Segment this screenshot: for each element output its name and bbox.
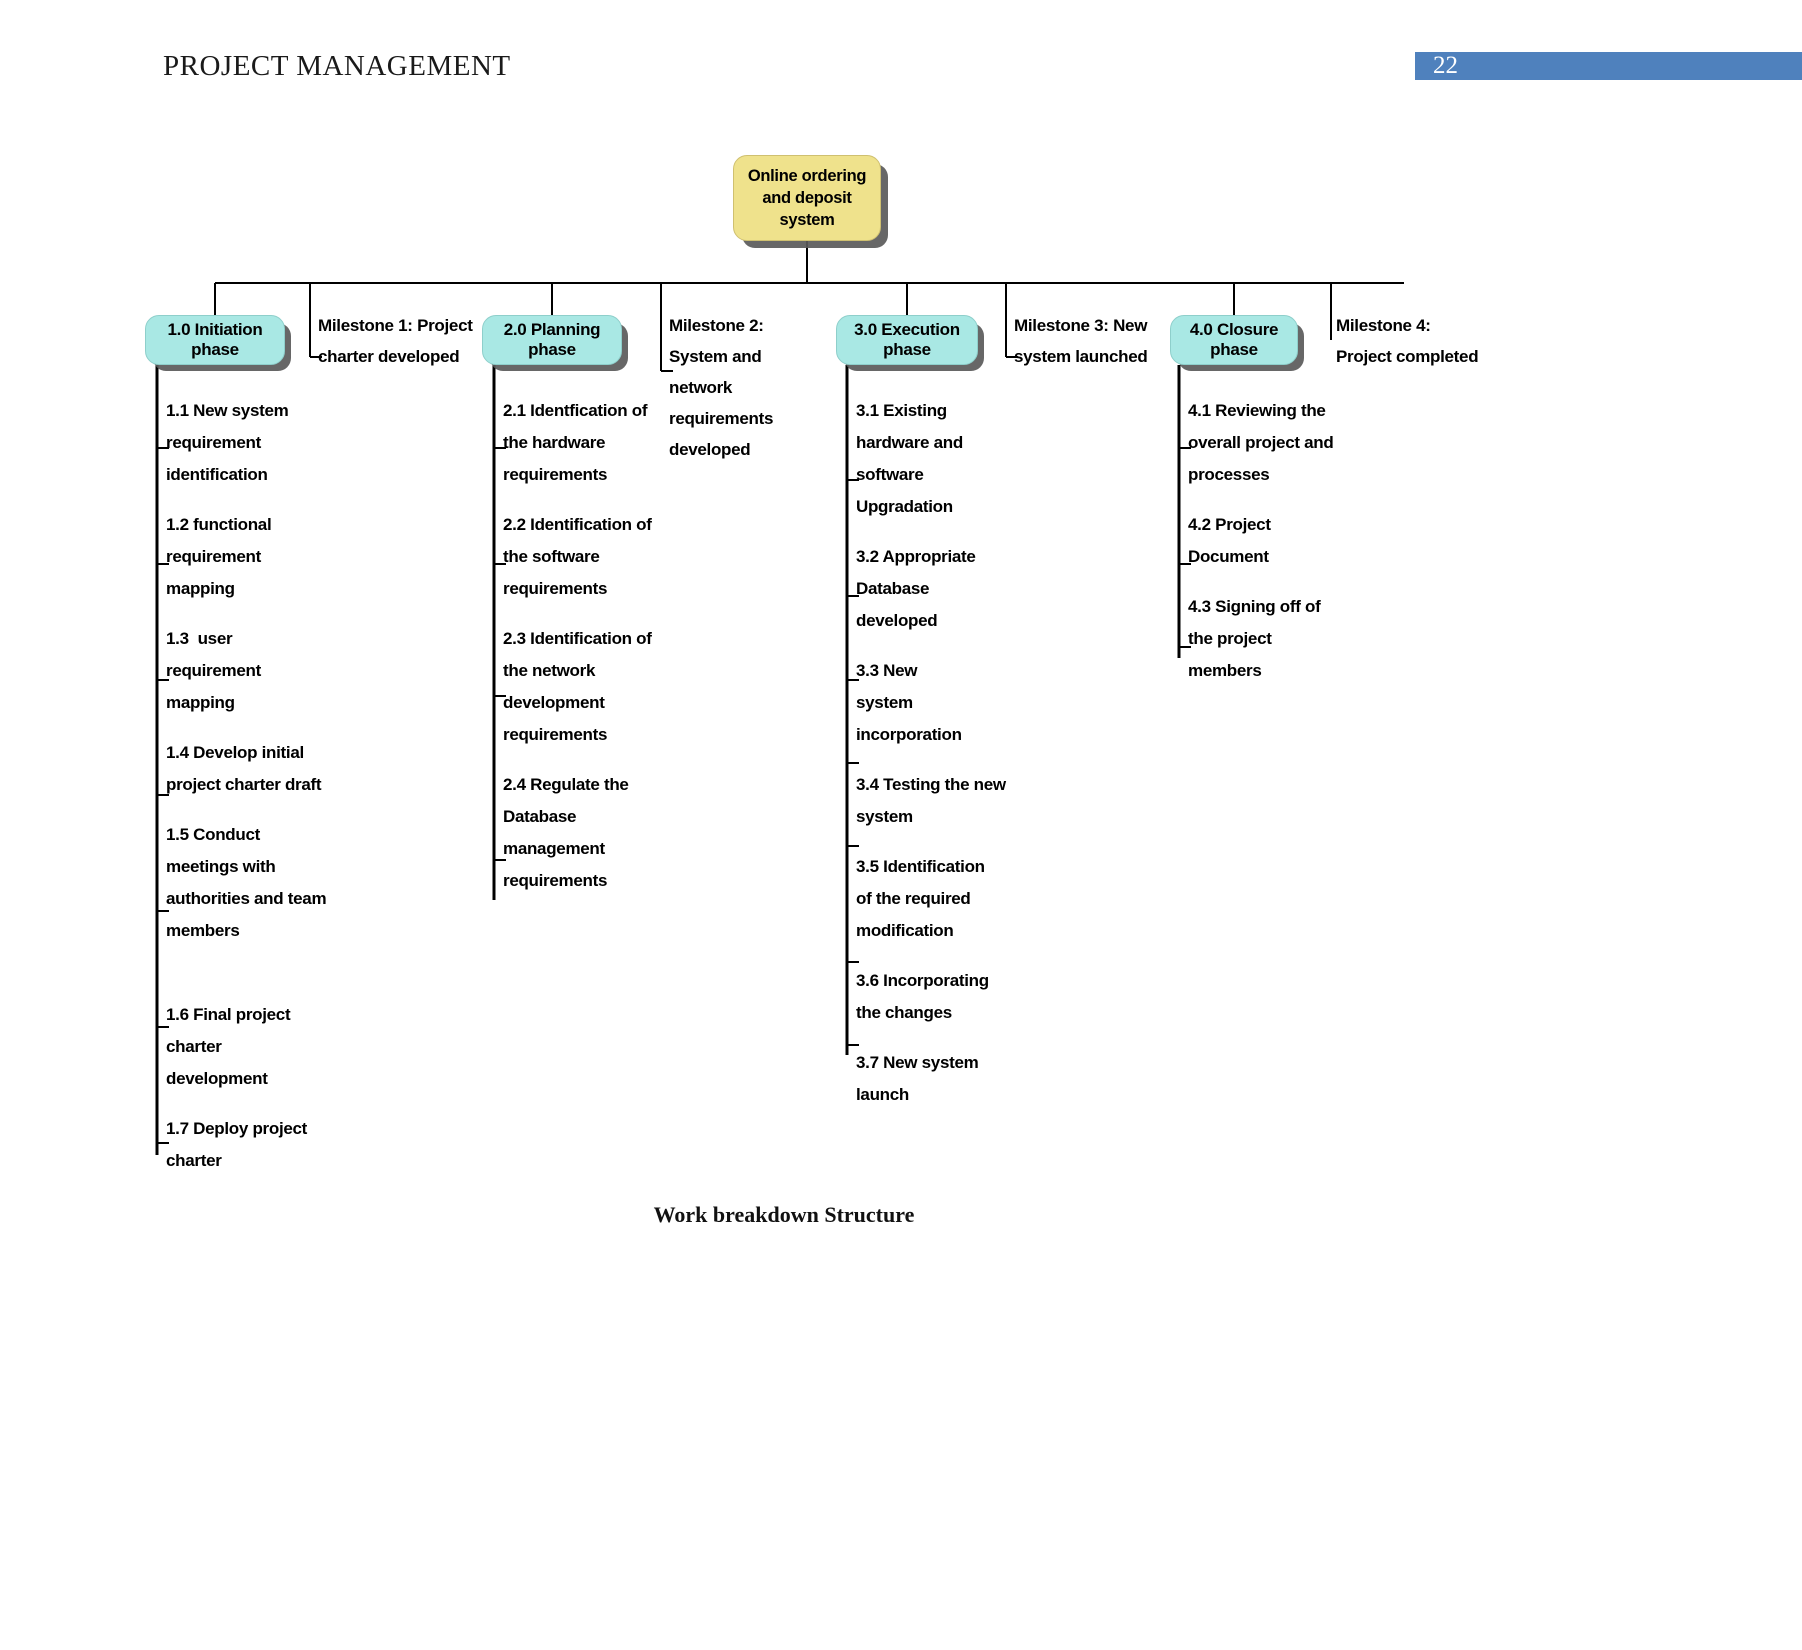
subtask-column-closure: 4.1 Reviewing the overall project and pr… — [1188, 395, 1338, 687]
subtask-item[interactable]: 3.3 New system incorporation — [856, 655, 976, 751]
phase-node-closure[interactable]: 4.0 Closure phase — [1170, 315, 1298, 365]
subtask-item[interactable]: 3.7 New system launch — [856, 1047, 981, 1111]
phase-node-execution-label: 3.0 Execution phase — [854, 320, 960, 359]
subtask-item[interactable]: 1.1 New system requirement identificatio… — [166, 395, 326, 491]
phase-node-initiation-label: 1.0 Initiation phase — [167, 320, 263, 359]
phase-node-closure-label: 4.0 Closure phase — [1189, 320, 1279, 359]
phase-node-planning-label: 2.0 Planning phase — [503, 320, 601, 359]
diagram-caption: Work breakdown Structure — [653, 1202, 915, 1227]
subtask-item[interactable]: 3.2 Appropriate Database developed — [856, 541, 1006, 637]
milestone-3: Milestone 3: New system launched — [1014, 316, 1148, 366]
phase-node-initiation[interactable]: 1.0 Initiation phase — [145, 315, 285, 365]
subtask-item[interactable]: 3.4 Testing the new system — [856, 769, 1006, 833]
milestone-4: Milestone 4: Project completed — [1336, 316, 1479, 366]
subtask-item[interactable]: 2.4 Regulate the Database management req… — [503, 769, 653, 897]
subtask-item[interactable]: 1.4 Develop initial project charter draf… — [166, 737, 326, 801]
subtask-item[interactable]: 1.5 Conduct meetings with authorities an… — [166, 819, 336, 947]
subtask-item[interactable]: 1.7 Deploy project charter — [166, 1113, 326, 1177]
subtask-item[interactable]: 4.2 Project Document — [1188, 509, 1283, 573]
subtask-item[interactable]: 1.6 Final project charter development — [166, 999, 326, 1095]
subtask-item[interactable]: 3.6 Incorporating the changes — [856, 965, 1006, 1029]
subtask-column-initiation: 1.1 New system requirement identificatio… — [166, 395, 327, 1177]
phase-node-execution[interactable]: 3.0 Execution phase — [836, 315, 978, 365]
milestone-2: Milestone 2: System and network requirem… — [669, 316, 774, 459]
subtask-item[interactable]: 1.3 user requirement mapping — [166, 623, 326, 719]
subtask-item[interactable]: 4.3 Signing off of the project members — [1188, 591, 1338, 687]
subtask-column-execution: 3.1 Existing hardware and software Upgra… — [856, 395, 1006, 1111]
subtask-column-planning: 2.1 Identfication of the hardware requir… — [503, 395, 653, 897]
phase-node-planning[interactable]: 2.0 Planning phase — [482, 315, 622, 365]
subtask-item[interactable]: 3.5 Identification of the required modif… — [856, 851, 991, 947]
subtask-item[interactable]: 2.3 Identification of the network develo… — [503, 623, 653, 751]
subtask-item[interactable]: 4.1 Reviewing the overall project and pr… — [1188, 395, 1338, 491]
subtask-item[interactable]: 1.2 functional requirement mapping — [166, 509, 326, 605]
work-breakdown-structure-diagram: Online ordering and deposit system 1.0 I… — [0, 0, 1802, 1650]
subtask-item[interactable]: 3.1 Existing hardware and software Upgra… — [856, 395, 971, 523]
subtask-item[interactable]: 2.1 Identfication of the hardware requir… — [503, 395, 653, 491]
root-node[interactable]: Online ordering and deposit system — [733, 155, 881, 241]
root-node-label: Online ordering and deposit system — [747, 167, 867, 229]
subtask-item[interactable]: 2.2 Identification of the software requi… — [503, 509, 653, 605]
milestone-1: Milestone 1: Project charter developed — [318, 316, 473, 366]
